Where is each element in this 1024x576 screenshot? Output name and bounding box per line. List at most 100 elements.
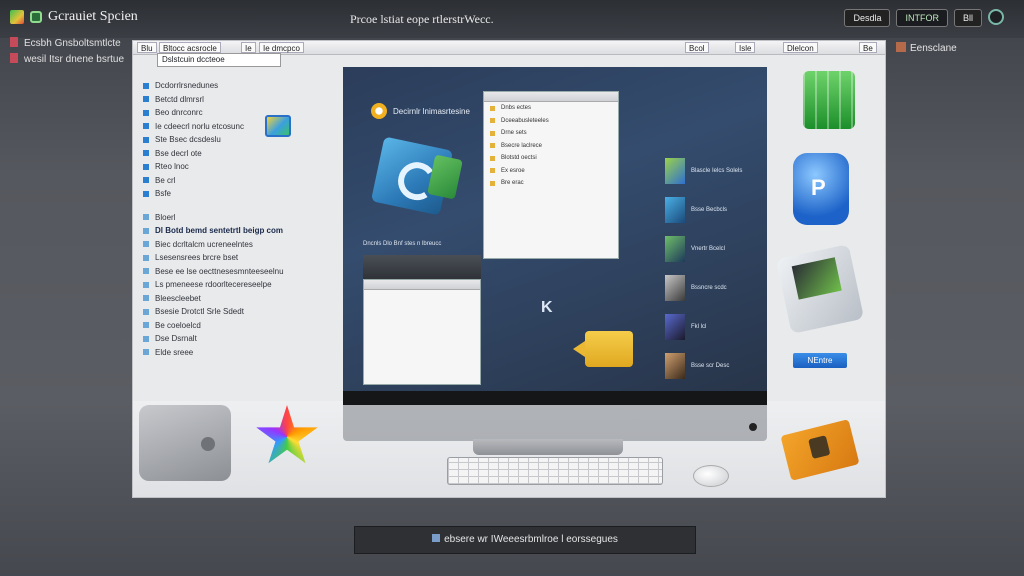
sidebar-item[interactable]: Be coeloelcd xyxy=(143,319,323,333)
mini-window[interactable]: Dnbs ectes Dceeabusleteeles Drne sets Bs… xyxy=(483,91,619,259)
bullet-icon xyxy=(143,281,149,288)
sidebar-item-label: Ie cdeecrl norlu etcosunc xyxy=(155,121,244,131)
toolbar-right-3[interactable]: Dlelcon xyxy=(783,42,818,53)
toolbar-item-1[interactable]: Blu xyxy=(137,42,157,53)
sidebar-item[interactable]: Beo dnrconrc xyxy=(143,106,323,120)
sidebar-item[interactable]: Bleescleebet xyxy=(143,292,323,306)
list-item[interactable]: Drne sets xyxy=(484,127,618,140)
sidebar-item[interactable]: Rteo lnoc xyxy=(143,160,323,174)
screen-title: Decirnlr lnimasrtesine xyxy=(393,107,470,116)
bullet-icon xyxy=(143,241,149,248)
sidebar-item-label: Bloerl xyxy=(155,212,176,222)
list-item[interactable]: Ex esroe xyxy=(484,165,618,178)
sidebar-item[interactable]: Biec dcrltalcm ucreneelntes xyxy=(143,238,323,252)
sidebar-item-label: Bese ee lse oecttnesesmnteeseelnu xyxy=(155,266,284,276)
sidebar-item-label: Biec dcrltalcm ucreneelntes xyxy=(155,239,253,249)
sidebar-item[interactable]: Bsfe xyxy=(143,187,323,201)
sidebar-item-label: Bsfe xyxy=(155,189,172,198)
address-field[interactable]: Dslstcuin dccteoe xyxy=(157,53,281,67)
thumbnail-label: Bssncre scdc xyxy=(691,285,727,291)
toolbar-right-2[interactable]: Isle xyxy=(735,42,756,53)
sidebar-item[interactable]: Ste Bsec dcsdeslu xyxy=(143,133,323,147)
bullet-icon xyxy=(143,295,149,302)
app-secondary-icon[interactable] xyxy=(30,11,42,23)
flag-icon xyxy=(10,37,18,47)
right-action-button[interactable]: NEntre xyxy=(793,353,847,368)
sidebar-item-label: Be coeloelcd xyxy=(155,320,201,330)
list-item-label: Drne sets xyxy=(501,130,527,137)
sidebar-item-label: Dcdorrlrsnedunes xyxy=(155,81,219,90)
toolbar-right-1[interactable]: Bcol xyxy=(685,42,709,53)
sidebar-item[interactable]: Dse Dsrnalt xyxy=(143,332,323,346)
toolbar-item-4[interactable]: Ie dmcpco xyxy=(259,42,304,53)
sidebar-item-selected[interactable]: Dl Botd bemd sentetrtl beigp com xyxy=(143,224,323,238)
caption-marker-icon xyxy=(432,534,441,542)
keyboard xyxy=(447,457,663,485)
toolbar-item-2[interactable]: Bltocc acsrocle xyxy=(159,42,221,53)
thumbnail-item[interactable]: Fkl lcl xyxy=(665,311,765,343)
mouse xyxy=(693,465,729,487)
sidebar-item[interactable]: Elde sreee xyxy=(143,346,323,360)
bookmark-app-icon[interactable] xyxy=(265,115,291,137)
list-item[interactable]: Blotstd oectsi xyxy=(484,152,618,165)
sidebar-item[interactable]: Bsesie Drotctl Srle Sdedt xyxy=(143,305,323,319)
app-icon[interactable] xyxy=(10,10,24,24)
status-circle-icon[interactable] xyxy=(988,9,1004,25)
main-window: Blu Bltocc acsrocle Ie Ie dmcpco Bcol Is… xyxy=(132,40,886,498)
folder-icon xyxy=(490,105,495,111)
top-button-1[interactable]: Desdla xyxy=(844,9,891,27)
sub-left-text-1: Ecsbh Gnsboltsmtlcte xyxy=(24,38,121,49)
sidebar-item-label: Ste Bsec dcsdeslu xyxy=(155,135,221,144)
list-item[interactable]: Bsecre laclrece xyxy=(484,140,618,153)
sidebar-item-label: Dse Dsrnalt xyxy=(155,334,197,343)
thumbnail-item[interactable]: Vnertr Bcelcl xyxy=(665,233,765,265)
bullet-icon xyxy=(143,163,149,170)
sidebar-item[interactable]: Bese ee lse oecttnesesmnteeseelnu xyxy=(143,265,323,279)
thumbnail-image xyxy=(665,314,685,340)
toolbar-right-4[interactable]: Be xyxy=(859,42,877,53)
list-item[interactable]: Bre erac xyxy=(484,177,618,190)
thumbnail-item[interactable]: Blascle Ielcs Solels xyxy=(665,155,765,187)
list-item-label: Dceeabusleteeles xyxy=(501,117,549,124)
list-item-label: Ex esroe xyxy=(501,167,525,174)
sidebar-item[interactable]: Betctd dlmrsrl xyxy=(143,93,323,107)
sidebar-item[interactable]: Bse decrl ote xyxy=(143,147,323,161)
thumbnail-item[interactable]: Bsse scr Desc xyxy=(665,350,765,382)
top-button-2[interactable]: INTFOR xyxy=(896,9,948,27)
list-item[interactable]: Dceeabusleteeles xyxy=(484,115,618,128)
list-item-label: Bre erac xyxy=(501,180,524,187)
sidebar-item[interactable]: Ls pmeneese rdoorltecereseelpe xyxy=(143,278,323,292)
sidebar-item[interactable]: Ie cdeecrl norlu etcosunc xyxy=(143,120,323,134)
lower-mini-window[interactable] xyxy=(363,279,481,385)
monitor-stand xyxy=(473,439,623,455)
bullet-icon xyxy=(143,123,149,130)
sidebar-item[interactable]: Dcdorrlrsnedunes xyxy=(143,79,323,93)
folder-icon xyxy=(490,168,495,174)
list-item[interactable]: Dnbs ectes xyxy=(484,102,618,115)
bullet-icon xyxy=(143,322,149,329)
thumbnail-image xyxy=(665,197,685,223)
thumbnail-list: Blascle Ielcs Solels Bsse Becbcls Vnertr… xyxy=(665,155,765,389)
thumbnail-item[interactable]: Bssncre scdc xyxy=(665,272,765,304)
sidebar-item[interactable]: Be crl xyxy=(143,174,323,188)
laptop-app-icon[interactable] xyxy=(775,244,865,334)
power-button-icon[interactable] xyxy=(749,423,757,431)
bullet-icon xyxy=(143,349,149,356)
toolbar-item-3[interactable]: Ie xyxy=(241,42,256,53)
app-title: Gcrauiet Spcien xyxy=(48,9,138,24)
sidebar-item-label: Bsesie Drotctl Srle Sdedt xyxy=(155,307,244,316)
sidebar-item-label: Beo dnrconrc xyxy=(155,108,203,117)
sidebar-item[interactable]: Bloerl xyxy=(143,211,323,225)
blue-badge-icon[interactable]: P xyxy=(793,153,849,225)
green-chart-icon[interactable] xyxy=(803,71,855,129)
desktop-wallpaper: Decirnlr lnimasrtesine Dnbs ectes Dceeab… xyxy=(343,67,767,391)
folder-icon xyxy=(490,143,495,149)
bullet-icon xyxy=(143,268,149,275)
sidebar: Dcdorrlrsnedunes Betctd dlmrsrl Beo dnrc… xyxy=(143,79,323,359)
sub-right-label[interactable]: Eensclane xyxy=(896,42,957,54)
sidebar-item-label: Lsesensrees brcre bset xyxy=(155,253,239,262)
top-button-3[interactable]: Bll xyxy=(953,9,982,27)
thumbnail-item[interactable]: Bsse Becbcls xyxy=(665,194,765,226)
video-camera-icon[interactable] xyxy=(573,331,633,367)
sidebar-item[interactable]: Lsesensrees brcre bset xyxy=(143,251,323,265)
